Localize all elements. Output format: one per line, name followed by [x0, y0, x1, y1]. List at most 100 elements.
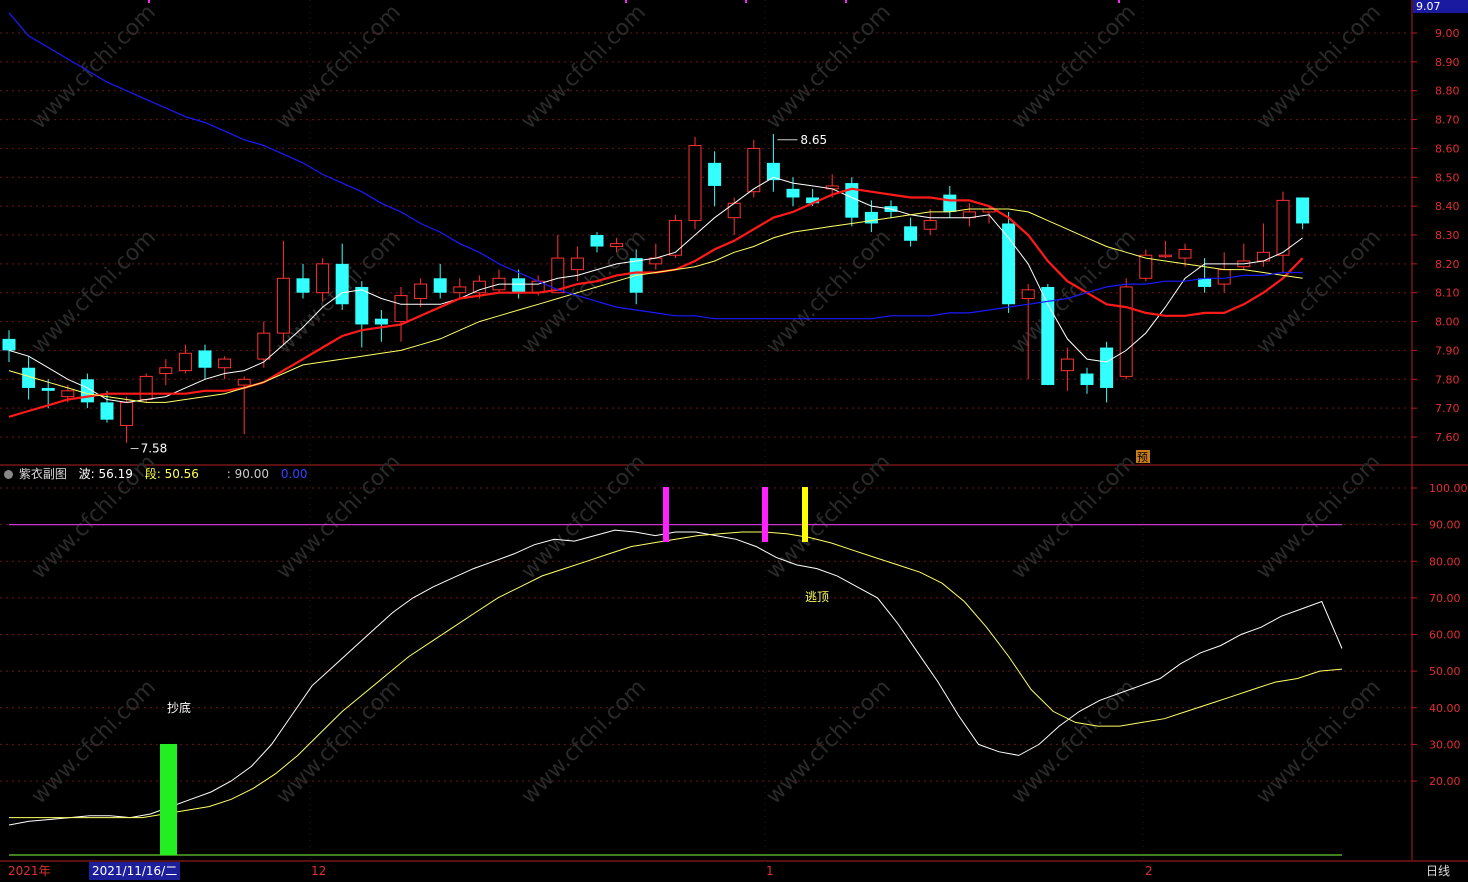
- watermark-text: www.cfchi.com: [762, 0, 896, 134]
- watermark-text: www.cfchi.com: [1252, 225, 1386, 359]
- candle-body: [512, 278, 526, 293]
- watermark-text: www.cfchi.com: [1007, 0, 1141, 134]
- watermark-text: www.cfchi.com: [1252, 0, 1386, 134]
- indicator-settings-icon[interactable]: [4, 470, 13, 479]
- bottom-signal-bar: [160, 744, 177, 855]
- period-button[interactable]: 日线: [1426, 862, 1450, 880]
- watermark-text: www.cfchi.com: [517, 450, 651, 584]
- candle-body: [237, 378, 251, 386]
- watermark-text: www.cfchi.com: [762, 675, 896, 809]
- candle-body: [139, 375, 153, 400]
- sub-tick-label: 100.00: [1429, 482, 1468, 495]
- watermark-text: www.cfchi.com: [272, 0, 406, 134]
- candle-body: [1198, 278, 1212, 287]
- candle-body: [904, 226, 918, 241]
- candle-body: [296, 278, 310, 293]
- candle-body: [453, 286, 467, 294]
- watermark-text: www.cfchi.com: [762, 225, 896, 359]
- candle-body: [610, 243, 624, 248]
- candle-body: [355, 286, 369, 325]
- candle-body: [276, 277, 290, 334]
- candle-body: [1021, 289, 1035, 299]
- sub-tick-label: 30.00: [1429, 738, 1461, 751]
- main-tick-label: 8.70: [1435, 114, 1460, 127]
- indicator-line-segment: [9, 531, 1343, 819]
- top-signal-bar: [762, 487, 768, 542]
- main-tick-label: 8.90: [1435, 56, 1460, 69]
- main-tick-label: 8.00: [1435, 316, 1460, 329]
- candle-body: [41, 387, 55, 391]
- candle-body: [1158, 254, 1172, 258]
- top-signal-bar: [663, 487, 669, 542]
- candle-body: [727, 202, 741, 219]
- watermark-text: www.cfchi.com: [27, 0, 161, 134]
- top-marker: [625, 0, 627, 3]
- watermark-text: www.cfchi.com: [517, 0, 651, 134]
- main-tick-label: 8.60: [1435, 142, 1460, 155]
- candle-body: [472, 280, 486, 294]
- sub-chart-legend: 紫衣副图 波: 56.19 段: 50.56 : 90.00 0.00: [4, 465, 310, 483]
- candle-body: [668, 220, 682, 256]
- candle-body: [218, 358, 232, 369]
- cursor-date-label: 2021/11/16/二: [89, 862, 181, 880]
- escape-signal-bar: [802, 487, 808, 542]
- main-tick-label: 8.10: [1435, 287, 1460, 300]
- watermark-text: www.cfchi.com: [517, 675, 651, 809]
- top-signal-label: 逃顶: [805, 590, 829, 604]
- candle-body: [1178, 248, 1192, 259]
- candle-body: [570, 257, 584, 271]
- candle-body: [316, 263, 330, 294]
- watermark-text: www.cfchi.com: [1252, 675, 1386, 809]
- candle-body: [1060, 358, 1074, 372]
- main-tick-label: 8.40: [1435, 200, 1460, 213]
- low-label: 7.58: [141, 442, 168, 456]
- zero-value: 0.00: [280, 467, 308, 481]
- year-label: 2021年: [8, 864, 51, 878]
- main-tick-label: 7.80: [1435, 373, 1460, 386]
- watermark-text: www.cfchi.com: [762, 450, 896, 584]
- forecast-label: 预: [1137, 451, 1148, 464]
- sub-tick-label: 80.00: [1429, 555, 1461, 568]
- top-marker: [845, 0, 847, 3]
- bottom-signal-label: 抄底: [167, 700, 191, 715]
- watermark-text: www.cfchi.com: [1007, 675, 1141, 809]
- watermark-text: www.cfchi.com: [27, 225, 161, 359]
- candle-body: [159, 367, 173, 375]
- main-tick-label: 7.60: [1435, 431, 1460, 444]
- wave-value: 波: 56.19: [78, 467, 133, 481]
- sub-tick-label: 50.00: [1429, 665, 1461, 678]
- candle-body: [433, 278, 447, 293]
- main-tick-label: 8.80: [1435, 85, 1460, 98]
- top-marker: [1118, 0, 1120, 3]
- candle-body: [708, 162, 722, 186]
- top-marker: [148, 0, 150, 3]
- main-tick-label: 8.20: [1435, 258, 1460, 271]
- candle-body: [923, 220, 937, 230]
- month-label-jan: 1: [766, 864, 774, 878]
- candle-body: [786, 188, 800, 198]
- candle-body: [374, 318, 388, 325]
- stock-chart-canvas[interactable]: www.cfchi.com www.cfchi.com www.cfchi.com w…: [0, 0, 1468, 882]
- sub-tick-label: 90.00: [1429, 519, 1461, 532]
- candle-body: [178, 352, 192, 372]
- candle-body: [100, 402, 114, 420]
- top-marker: [745, 0, 747, 3]
- main-tick-label: 7.90: [1435, 344, 1460, 357]
- candle-body: [747, 147, 761, 193]
- candle-body: [120, 401, 134, 426]
- candle-body: [1002, 223, 1016, 305]
- watermark-text: www.cfchi.com: [1007, 450, 1141, 584]
- watermark-text: www.cfchi.com: [272, 675, 406, 809]
- sub-tick-label: 70.00: [1429, 592, 1461, 605]
- indicator-title[interactable]: 紫衣副图: [19, 467, 67, 481]
- candle-body: [198, 350, 212, 368]
- candle-body: [1119, 286, 1133, 377]
- candle-body: [2, 338, 16, 351]
- sub-tick-label: 40.00: [1429, 702, 1461, 715]
- candle-body: [335, 263, 349, 305]
- candle-body: [61, 390, 75, 398]
- candle-body: [394, 295, 408, 323]
- candle-body: [1296, 197, 1310, 224]
- watermark-text: www.cfchi.com: [1252, 450, 1386, 584]
- candle-body: [943, 194, 957, 212]
